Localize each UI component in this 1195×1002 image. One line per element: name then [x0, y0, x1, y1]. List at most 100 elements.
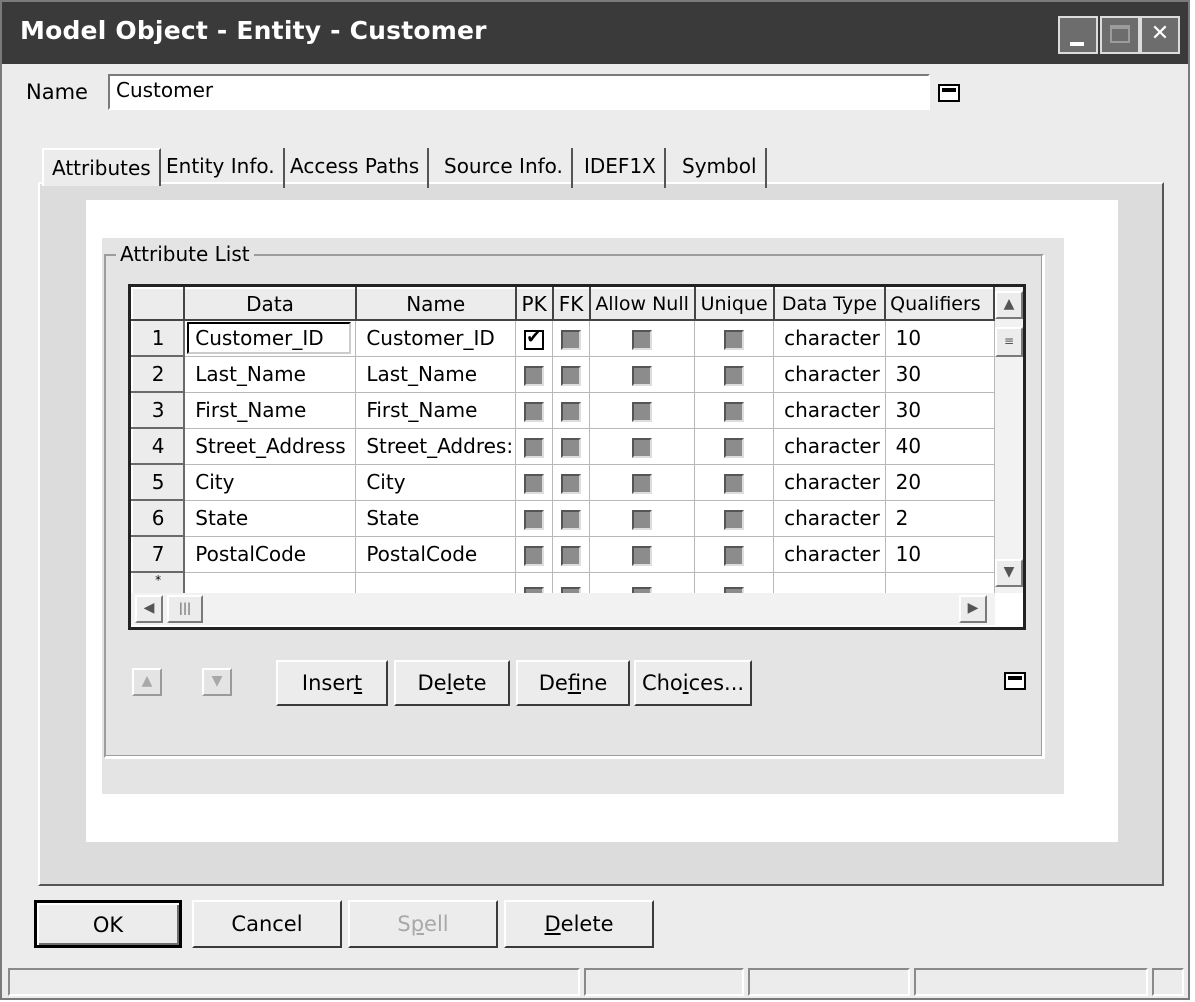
checkbox-icon[interactable]: [724, 437, 745, 458]
cell-pk-checkbox[interactable]: [515, 500, 554, 537]
row-number[interactable]: 2: [131, 355, 186, 393]
cell-pk-checkbox[interactable]: [515, 320, 554, 357]
cell-pk-checkbox[interactable]: [515, 428, 554, 465]
cell-allow-null-checkbox[interactable]: [589, 392, 696, 429]
checkbox-icon[interactable]: [724, 473, 745, 494]
checked-checkbox-icon[interactable]: [524, 327, 545, 350]
horizontal-scrollbar[interactable]: ◀ ||| ▶: [131, 593, 995, 625]
scroll-down-icon[interactable]: ▼: [995, 559, 1023, 587]
cell-unique-checkbox[interactable]: [694, 464, 775, 501]
cell-data-type[interactable]: character: [773, 500, 886, 537]
table-row[interactable]: 4 Street_Address Street_Addres: character 40: [131, 427, 995, 465]
maximize-field-icon[interactable]: [938, 84, 960, 102]
delete-attribute-button[interactable]: Delete: [394, 660, 510, 706]
up-arrow-icon[interactable]: ▲: [132, 668, 162, 696]
scroll-thumb-horizontal[interactable]: |||: [167, 595, 203, 623]
cell-name[interactable]: First_Name: [355, 392, 517, 429]
table-row[interactable]: 1Customer_IDCustomer_IDcharacter10: [131, 319, 995, 357]
cell-name[interactable]: State: [355, 500, 517, 537]
column-header-unique[interactable]: Unique: [693, 287, 775, 321]
row-number[interactable]: 5: [131, 463, 186, 501]
spell-button[interactable]: Spell: [348, 900, 498, 948]
grid-new-row[interactable]: *: [131, 571, 995, 593]
delete-entity-button[interactable]: Delete: [504, 900, 654, 948]
checkbox-icon[interactable]: [632, 401, 653, 422]
checkbox-icon[interactable]: [561, 473, 582, 494]
cell-pk-checkbox[interactable]: [515, 356, 554, 393]
table-row[interactable]: 2 Last_Name Last_Name character 30: [131, 355, 995, 393]
cell-qualifiers[interactable]: 10: [885, 320, 995, 357]
cell-pk-checkbox[interactable]: [515, 464, 554, 501]
checkbox-icon[interactable]: [524, 365, 545, 386]
scroll-thumb-vertical[interactable]: ≡: [995, 327, 1023, 357]
cell-pk-checkbox[interactable]: [515, 536, 554, 573]
checkbox-icon[interactable]: [632, 509, 653, 530]
cell-data[interactable]: PostalCode: [184, 536, 357, 573]
cell-fk-checkbox[interactable]: [552, 356, 591, 393]
scroll-right-icon[interactable]: ▶: [959, 595, 987, 623]
cell-data[interactable]: Last_Name: [184, 356, 357, 393]
checkbox-icon[interactable]: [524, 401, 545, 422]
scroll-up-icon[interactable]: ▲: [995, 291, 1023, 319]
checkbox-icon[interactable]: [561, 401, 582, 422]
cell-unique-checkbox[interactable]: [694, 392, 775, 429]
cell-qualifiers[interactable]: 2: [885, 500, 995, 537]
row-number[interactable]: 7: [131, 535, 186, 573]
cell-allow-null-checkbox[interactable]: [589, 428, 696, 465]
cell-name[interactable]: City: [355, 464, 517, 501]
cell-qualifiers[interactable]: 10: [885, 536, 995, 573]
checkbox-icon[interactable]: [561, 329, 582, 350]
cell-fk-checkbox[interactable]: [552, 392, 591, 429]
cell-unique-checkbox[interactable]: [694, 500, 775, 537]
checkbox-icon[interactable]: [632, 365, 653, 386]
checkbox-icon[interactable]: [524, 473, 545, 494]
cell-data-type[interactable]: character: [773, 464, 886, 501]
checkbox-icon[interactable]: [724, 545, 745, 566]
ok-button[interactable]: OK: [34, 900, 182, 948]
attribute-grid[interactable]: Data Name PK FK Allow Null Unique Data T…: [128, 284, 1026, 630]
checkbox-icon[interactable]: [632, 545, 653, 566]
checkbox-icon[interactable]: [724, 401, 745, 422]
checkbox-icon[interactable]: [724, 365, 745, 386]
tab-source-info[interactable]: Source Info.: [436, 148, 573, 188]
cell-allow-null-checkbox[interactable]: [589, 500, 696, 537]
scroll-left-icon[interactable]: ◀: [135, 595, 163, 623]
checkbox-icon[interactable]: [724, 509, 745, 530]
cell-data-type[interactable]: character: [773, 356, 886, 393]
table-row[interactable]: 5 City City character 20: [131, 463, 995, 501]
row-number[interactable]: 6: [131, 499, 186, 537]
cell-fk-checkbox[interactable]: [552, 536, 591, 573]
tab-attributes[interactable]: Attributes: [42, 148, 161, 186]
cell-qualifiers[interactable]: 30: [885, 356, 995, 393]
cell-data[interactable]: Street_Address: [184, 428, 357, 465]
checkbox-icon[interactable]: [524, 437, 545, 458]
cell-pk-checkbox[interactable]: [515, 392, 554, 429]
cell-fk-checkbox[interactable]: [552, 500, 591, 537]
cell-name[interactable]: Last_Name: [355, 356, 517, 393]
cell-data[interactable]: State: [184, 500, 357, 537]
cell-data-type[interactable]: character: [773, 320, 886, 357]
minimize-icon[interactable]: [1058, 16, 1098, 54]
column-header-fk[interactable]: FK: [551, 287, 591, 321]
close-icon[interactable]: ✕: [1140, 16, 1180, 54]
cell-fk-checkbox[interactable]: [552, 464, 591, 501]
row-number[interactable]: 1: [131, 319, 186, 357]
cell-allow-null-checkbox[interactable]: [589, 464, 696, 501]
cell-fk-checkbox[interactable]: [552, 320, 591, 357]
tab-symbol[interactable]: Symbol: [674, 148, 767, 188]
checkbox-icon[interactable]: [524, 509, 545, 530]
column-header-data-type[interactable]: Data Type: [772, 287, 887, 321]
name-input[interactable]: Customer: [108, 74, 930, 110]
cell-fk-checkbox[interactable]: [552, 428, 591, 465]
column-header-data[interactable]: Data: [183, 287, 357, 321]
cell-data[interactable]: City: [184, 464, 357, 501]
checkbox-icon[interactable]: [632, 437, 653, 458]
checkbox-icon[interactable]: [524, 545, 545, 566]
tab-idef1x[interactable]: IDEF1X: [576, 148, 666, 188]
cell-qualifiers[interactable]: 40: [885, 428, 995, 465]
cell-qualifiers[interactable]: 30: [885, 392, 995, 429]
vertical-scrollbar[interactable]: ▲ ≡ ▼: [995, 287, 1023, 593]
tab-entity-info[interactable]: Entity Info.: [158, 148, 285, 188]
cell-name[interactable]: Customer_ID: [355, 320, 517, 357]
table-row[interactable]: 7 PostalCode PostalCode character 10: [131, 535, 995, 573]
